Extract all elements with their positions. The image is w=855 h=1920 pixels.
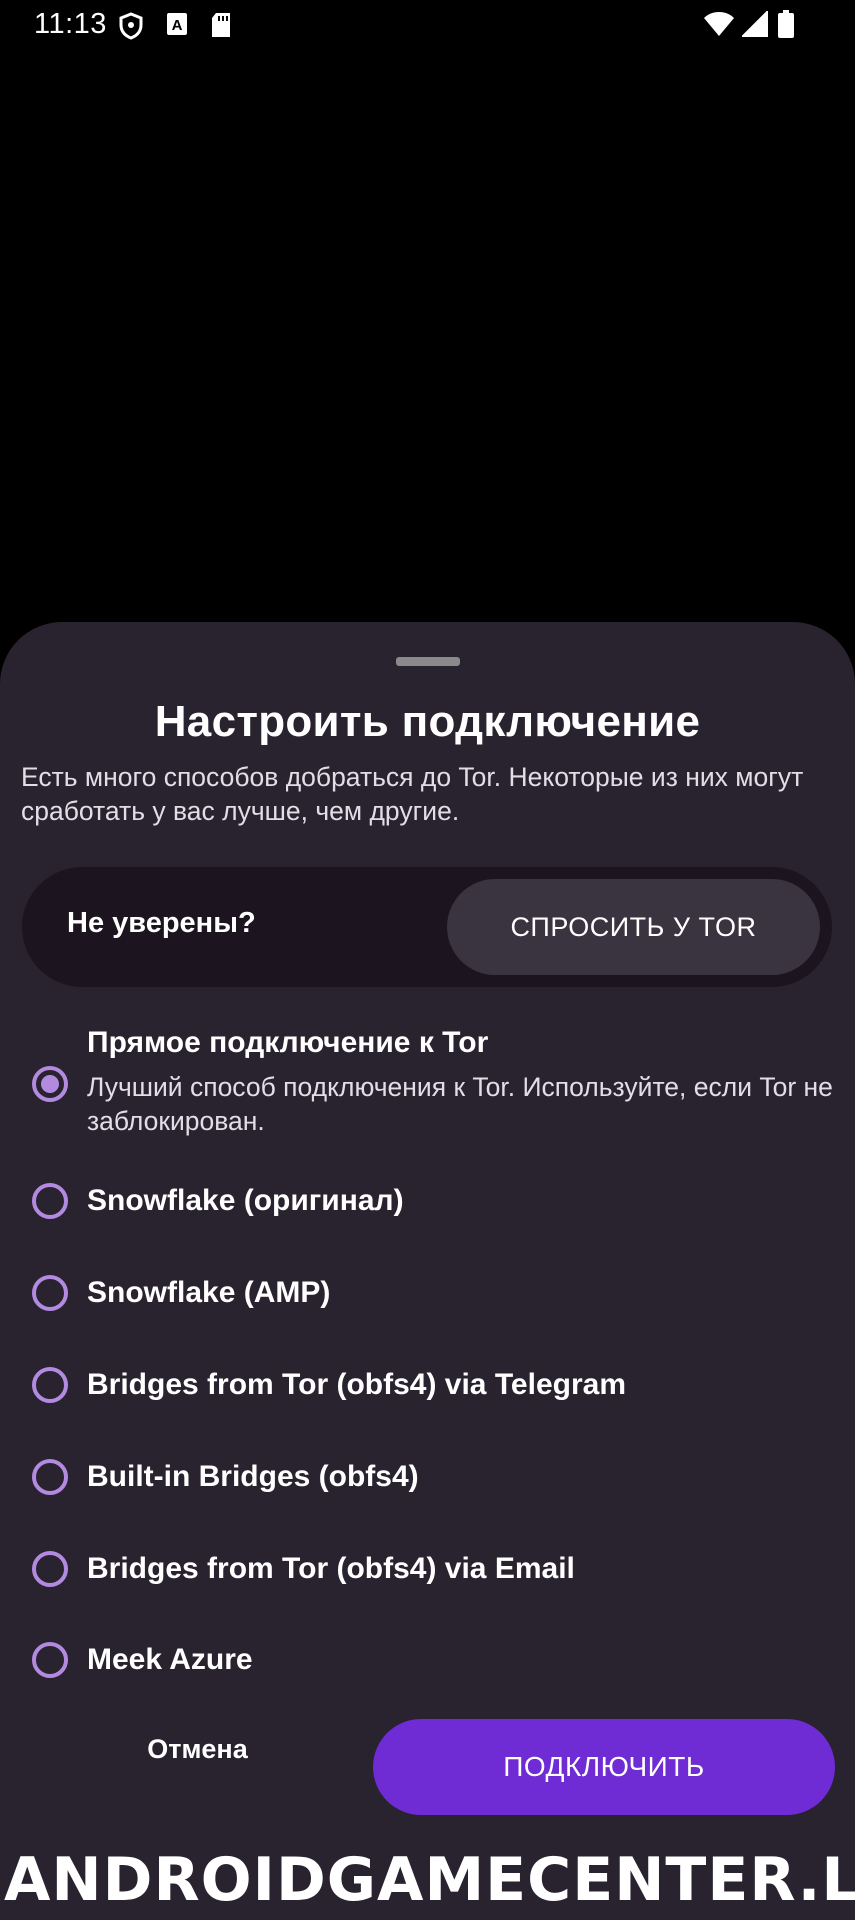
battery-icon xyxy=(778,10,794,43)
vpn-shield-icon xyxy=(118,12,144,45)
drag-handle[interactable] xyxy=(396,657,460,666)
watermark: ANDROIDGAMECENTER.LAT xyxy=(4,1845,855,1915)
option-telegram-bridges[interactable]: Bridges from Tor (obfs4) via Telegram xyxy=(30,1366,840,1414)
radio-button[interactable] xyxy=(32,1275,68,1311)
status-time: 11:13 xyxy=(34,8,107,40)
radio-button[interactable] xyxy=(32,1459,68,1495)
sheet-description: Есть много способов добраться до Tor. Не… xyxy=(21,762,804,826)
not-sure-label: Не уверены? xyxy=(67,907,256,939)
option-label: Bridges from Tor (obfs4) via Email xyxy=(87,1552,575,1585)
option-label: Built-in Bridges (obfs4) xyxy=(87,1460,419,1493)
svg-text:A: A xyxy=(172,17,183,34)
radio-button[interactable] xyxy=(32,1367,68,1403)
a-notification-icon: A xyxy=(166,12,188,41)
sd-card-icon xyxy=(210,12,232,43)
radio-button[interactable] xyxy=(32,1642,68,1678)
option-builtin-bridges[interactable]: Built-in Bridges (obfs4) xyxy=(30,1458,840,1506)
option-snowflake-amp[interactable]: Snowflake (AMP) xyxy=(30,1274,840,1322)
wifi-icon xyxy=(703,11,735,42)
option-label: Meek Azure xyxy=(87,1643,253,1676)
screen: 11:13 A Настроить подключение Есть много… xyxy=(0,0,855,1920)
option-label: Snowflake (AMP) xyxy=(87,1276,331,1309)
option-email-bridges[interactable]: Bridges from Tor (obfs4) via Email xyxy=(30,1550,840,1598)
option-label: Прямое подключение к Tor xyxy=(87,1026,489,1059)
connection-bottom-sheet: Настроить подключение Есть много способо… xyxy=(0,622,855,1920)
option-description: Лучший способ подключения к Tor. Использ… xyxy=(87,1072,833,1136)
option-meek-azure[interactable]: Meek Azure xyxy=(30,1641,840,1689)
option-direct[interactable]: Прямое подключение к Tor Лучший способ п… xyxy=(30,1026,840,1136)
sheet-title: Настроить подключение xyxy=(154,697,701,746)
option-label: Bridges from Tor (obfs4) via Telegram xyxy=(87,1368,626,1401)
signal-icon xyxy=(740,9,768,42)
option-label: Snowflake (оригинал) xyxy=(87,1184,404,1217)
connect-button[interactable]: ПОДКЛЮЧИТЬ xyxy=(373,1719,835,1815)
radio-button[interactable] xyxy=(32,1066,68,1102)
radio-button[interactable] xyxy=(32,1551,68,1587)
cancel-button[interactable]: Отмена xyxy=(110,1719,285,1779)
not-sure-card: Не уверены? СПРОСИТЬ У TOR xyxy=(22,867,832,987)
ask-tor-button[interactable]: СПРОСИТЬ У TOR xyxy=(447,879,820,975)
status-bar: 11:13 A xyxy=(0,0,855,50)
option-snowflake[interactable]: Snowflake (оригинал) xyxy=(30,1182,840,1230)
radio-button[interactable] xyxy=(32,1183,68,1219)
